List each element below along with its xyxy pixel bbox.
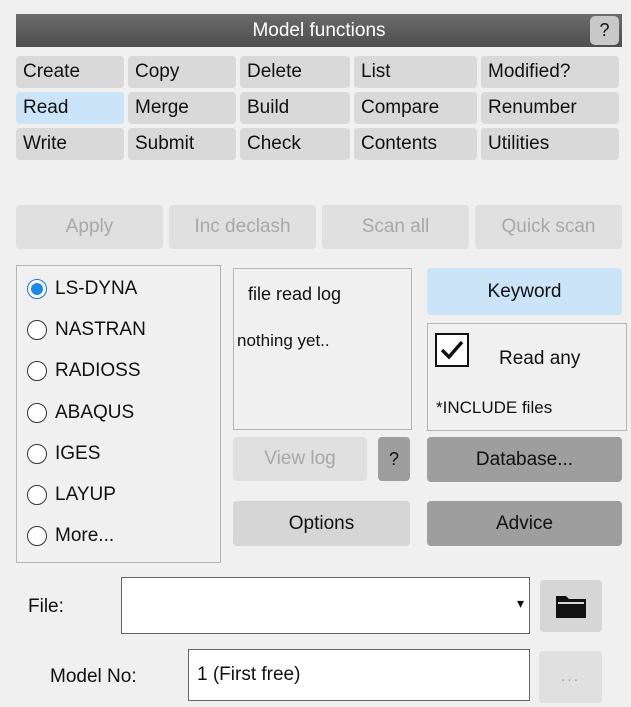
apply-button[interactable]: Apply <box>16 205 163 249</box>
radio-icon[interactable] <box>27 361 47 381</box>
read-any-checkbox[interactable] <box>435 333 469 367</box>
format-option-layup[interactable]: LAYUP <box>27 484 116 506</box>
keyword-button[interactable]: Keyword <box>427 268 622 315</box>
dropdown-arrow-icon[interactable]: ▾ <box>517 595 524 612</box>
log-help-button[interactable]: ? <box>378 437 410 481</box>
help-button[interactable]: ? <box>590 16 619 45</box>
format-label: NASTRAN <box>55 319 146 340</box>
format-option-more[interactable]: More... <box>27 525 114 547</box>
folder-icon <box>556 596 586 618</box>
function-check-button[interactable]: Check <box>240 128 350 160</box>
function-copy-button[interactable]: Copy <box>128 56 236 88</box>
function-read-button[interactable]: Read <box>16 92 124 124</box>
database-button[interactable]: Database... <box>427 437 622 482</box>
read-any-include-panel: Read any *INCLUDE files <box>427 323 627 431</box>
advice-button[interactable]: Advice <box>427 501 622 546</box>
function-grid: Create Copy Delete List Modified? Read M… <box>16 56 622 160</box>
options-button[interactable]: Options <box>233 501 410 546</box>
include-files-label: *INCLUDE files <box>436 398 553 417</box>
format-option-nastran[interactable]: NASTRAN <box>27 319 146 341</box>
browse-folder-button[interactable] <box>540 580 602 632</box>
function-contents-button[interactable]: Contents <box>354 128 477 160</box>
log-title: file read log <box>248 284 342 304</box>
format-label: RADIOSS <box>55 360 141 381</box>
panel-title: Model functions <box>16 14 622 47</box>
function-submit-button[interactable]: Submit <box>128 128 236 160</box>
action-row: Apply Inc declash Scan all Quick scan <box>16 205 622 249</box>
model-no-input[interactable]: 1 (First free) <box>188 649 530 701</box>
format-option-iges[interactable]: IGES <box>27 443 100 465</box>
function-delete-button[interactable]: Delete <box>240 56 350 88</box>
format-radio-group: LS-DYNA NASTRAN RADIOSS ABAQUS IGES LAYU… <box>16 265 221 563</box>
function-create-button[interactable]: Create <box>16 56 124 88</box>
log-text: nothing yet.. <box>237 331 330 350</box>
format-label: More... <box>55 525 115 546</box>
radio-icon[interactable] <box>27 403 47 423</box>
read-any-label: Read any <box>499 348 581 369</box>
function-write-button[interactable]: Write <box>16 128 124 160</box>
function-modified-button[interactable]: Modified? <box>481 56 619 88</box>
function-compare-button[interactable]: Compare <box>354 92 477 124</box>
radio-icon[interactable] <box>27 485 47 505</box>
radio-selected-icon[interactable] <box>27 279 47 299</box>
radio-icon[interactable] <box>27 526 47 546</box>
format-label: IGES <box>55 443 101 464</box>
file-select[interactable]: ▾ <box>121 577 530 634</box>
function-list-button[interactable]: List <box>354 56 477 88</box>
model-no-label: Model No: <box>50 666 137 687</box>
file-label: File: <box>28 596 64 617</box>
radio-icon[interactable] <box>27 320 47 340</box>
function-build-button[interactable]: Build <box>240 92 350 124</box>
view-log-button[interactable]: View log <box>233 437 367 481</box>
format-option-abaqus[interactable]: ABAQUS <box>27 402 134 424</box>
radio-icon[interactable] <box>27 444 47 464</box>
inc-declash-button[interactable]: Inc declash <box>169 205 316 249</box>
format-label: LS-DYNA <box>55 278 138 299</box>
function-utilities-button[interactable]: Utilities <box>481 128 619 160</box>
file-read-log-panel: file read log nothing yet.. <box>233 268 412 430</box>
format-option-ls-dyna[interactable]: LS-DYNA <box>27 278 137 300</box>
model-no-more-button[interactable]: ... <box>539 651 602 703</box>
checkmark-icon <box>440 340 464 360</box>
function-merge-button[interactable]: Merge <box>128 92 236 124</box>
format-label: LAYUP <box>55 484 116 505</box>
format-label: ABAQUS <box>55 402 135 423</box>
format-option-radioss[interactable]: RADIOSS <box>27 360 141 382</box>
quick-scan-button[interactable]: Quick scan <box>475 205 622 249</box>
function-renumber-button[interactable]: Renumber <box>481 92 619 124</box>
scan-all-button[interactable]: Scan all <box>322 205 469 249</box>
